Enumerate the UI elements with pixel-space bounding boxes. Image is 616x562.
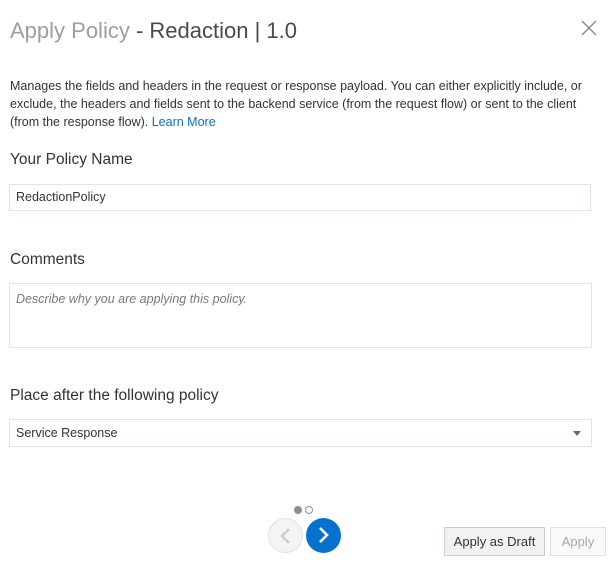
apply-as-draft-button[interactable]: Apply as Draft: [444, 527, 545, 556]
next-button[interactable]: [306, 518, 341, 553]
policy-name-label: Your Policy Name: [10, 151, 133, 168]
dialog-title-main: - Redaction | 1.0: [129, 18, 297, 43]
comments-textarea[interactable]: Describe why you are applying this polic…: [9, 283, 592, 348]
dialog-title-prefix: Apply Policy: [10, 18, 130, 43]
place-after-select[interactable]: Service Response: [9, 419, 592, 447]
comments-label: Comments: [10, 251, 85, 268]
policy-name-input[interactable]: RedactionPolicy: [9, 184, 591, 211]
apply-button[interactable]: Apply: [550, 527, 606, 556]
learn-more-link[interactable]: Learn More: [152, 115, 216, 129]
place-after-label: Place after the following policy: [10, 387, 219, 404]
step-indicator-2: [305, 506, 313, 514]
place-after-selected-value: Service Response: [16, 426, 118, 440]
step-indicator-1: [294, 506, 302, 514]
policy-description: Manages the fields and headers in the re…: [10, 77, 590, 131]
dialog-title: Apply Policy - Redaction | 1.0: [10, 18, 297, 44]
chevron-down-icon: [573, 431, 581, 436]
close-icon[interactable]: [578, 17, 600, 39]
chevron-left-icon: [280, 528, 290, 544]
previous-button[interactable]: [268, 518, 303, 553]
chevron-right-icon: [319, 527, 329, 543]
policy-description-text: Manages the fields and headers in the re…: [10, 79, 582, 129]
